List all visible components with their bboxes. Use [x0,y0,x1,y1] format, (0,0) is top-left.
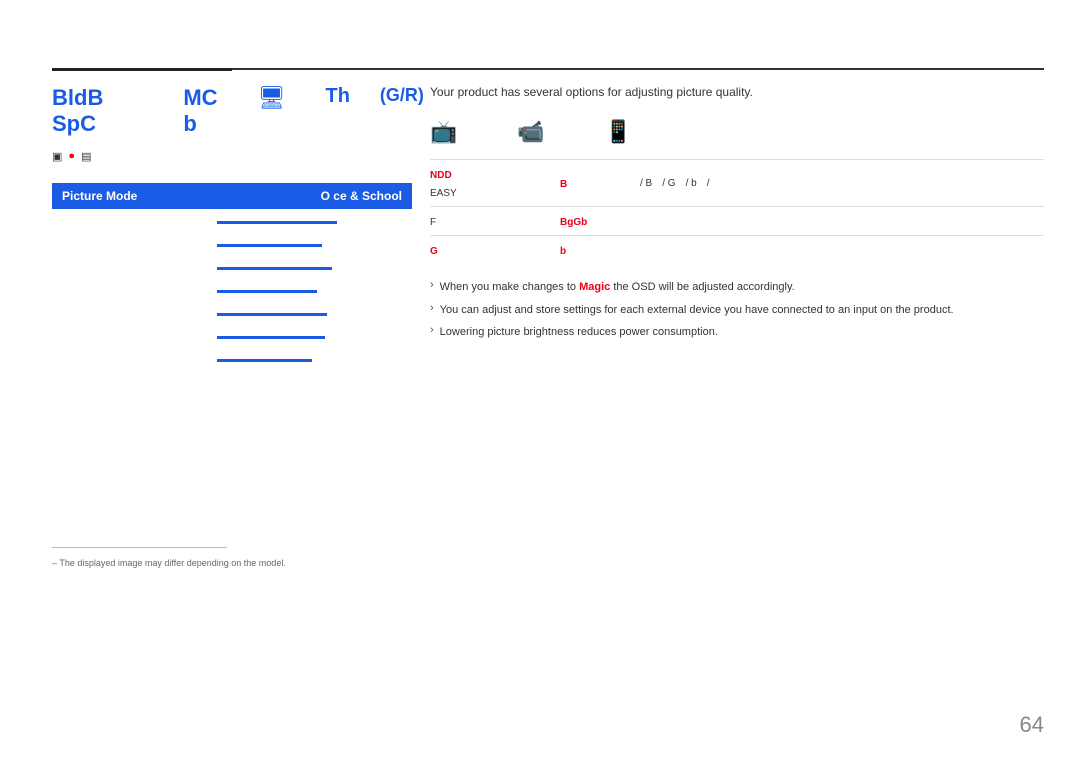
note-highlight-1: Magic [579,281,610,293]
table-row-2-values: BgGb [560,212,1044,230]
menu-bar-line-4 [217,290,317,293]
menu-header[interactable]: Picture Mode O ce & School [52,183,412,209]
table-row-1-label: NDD EASY [430,165,560,201]
monitor-icon-cell: 📹 [517,119,544,145]
b-icon: b [183,111,196,137]
menu-item-7[interactable] [217,352,412,370]
left-panel: BldB SpC MC b 🖥 Th (G/R) ▣ ● ▤ Picture M… [52,85,412,375]
menu-bar-line-1 [217,221,337,224]
table-row-3-label: G [430,241,560,259]
menu-bar-line-7 [217,359,312,362]
breadcrumb-icon: ▣ [52,150,62,163]
icon-row: BldB SpC MC b 🖥 Th (G/R) [52,85,412,138]
footnote: ‒ The displayed image may differ dependi… [52,558,286,568]
note-text-2: You can adjust and store settings for ea… [440,302,954,319]
monitor-symbol-icon: 🖥 [258,85,286,111]
table-row-3: G b [430,236,1044,264]
row1-val3: / b [686,178,697,189]
right-panel: Your product has several options for adj… [430,85,1044,347]
menu-header-label: Picture Mode [62,189,321,203]
note-item-3: › Lowering picture brightness reduces po… [430,324,1044,341]
th-icon: Th [325,85,349,108]
tv-icon: 📺 [430,119,457,144]
menu-bar-line-3 [217,267,332,270]
row1-val2: / G [662,178,675,189]
note-text-1: When you make changes to Magic the OSD w… [440,279,795,296]
table-row-2-label: F [430,212,560,230]
device-icon: 📱 [605,119,632,144]
menu-item-2[interactable] [217,237,412,255]
right-icon-row: 📺 📹 📱 [430,119,1044,151]
footnote-divider [52,547,227,548]
table-row-2: F BgGb [430,207,1044,236]
table-row-1-col1: B [560,174,640,192]
tv-icon-cell: 📺 [430,119,457,145]
menu-item-4[interactable] [217,283,412,301]
row3-label-red: G [430,246,438,257]
menu-item-5[interactable] [217,306,412,324]
icon-group-4: Th [325,85,349,108]
menu-header-value: O ce & School [321,189,402,203]
breadcrumb-icon2: ▤ [81,150,91,163]
bld-b-icon: BldB [52,85,103,111]
top-line-accent [52,68,232,71]
table-row-1: NDD EASY B / B / G / b / [430,160,1044,207]
row1-val1: / B [640,178,652,189]
row1-label-easy: EASY [430,188,457,199]
picture-mode-menu: Picture Mode O ce & School [52,183,412,370]
table-section: NDD EASY B / B / G / b / F BgGb [430,159,1044,264]
note-item-2: › You can adjust and store settings for … [430,302,1044,319]
gr-icon: (G/R) [380,85,424,106]
row2-label: F [430,217,436,228]
row3-val-red: b [560,246,566,257]
icon-group-5: (G/R) [380,85,424,106]
menu-bar-line-2 [217,244,322,247]
table-row-1-values: / B / G / b / [640,178,1044,189]
icon-group-2: MC b [183,85,217,138]
note-bullet-3: › [430,324,434,336]
device-icon-cell: 📱 [605,119,632,145]
note-bullet-1: › [430,279,434,291]
menu-item-3[interactable] [217,260,412,278]
menu-breadcrumb: ▣ ● ▤ [52,150,412,163]
monitor-camera-icon: 📹 [517,119,544,144]
page-number: 64 [1020,712,1044,738]
icon-group-1: BldB SpC [52,85,103,138]
description-text: Your product has several options for adj… [430,85,1044,99]
row2-val-red: BgGb [560,217,587,228]
mc-icon: MC [183,85,217,111]
menu-bar-line-5 [217,313,327,316]
menu-item-1[interactable] [217,214,412,232]
row1-label-ndd: NDD [430,170,452,181]
menu-item-6[interactable] [217,329,412,347]
note-bullet-2: › [430,302,434,314]
note-item-1: › When you make changes to Magic the OSD… [430,279,1044,296]
breadcrumb-dot: ● [68,150,75,162]
notes-section: › When you make changes to Magic the OSD… [430,279,1044,341]
row1-val4: / [707,178,710,189]
note-text-3: Lowering picture brightness reduces powe… [440,324,718,341]
menu-bar-line-6 [217,336,325,339]
row1-col1-val: B [560,179,567,190]
icon-group-3: 🖥 [258,85,286,111]
sp-c-icon: SpC [52,111,96,137]
table-row-3-values: b [560,241,1044,259]
